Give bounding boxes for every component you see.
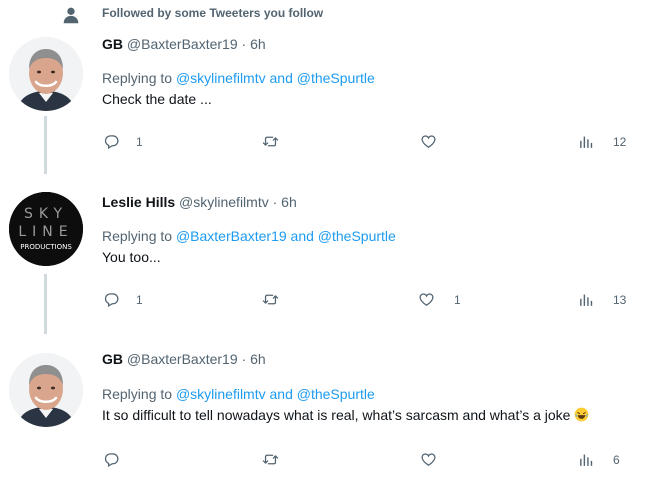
tweet-text: Check the date ... [102, 91, 212, 107]
timestamp[interactable]: 6h [250, 351, 266, 367]
like-button[interactable]: 1 [418, 291, 461, 308]
tweet-text: It so difficult to tell nowadays what is… [102, 407, 571, 423]
reply-icon [103, 291, 120, 308]
display-name[interactable]: GB [102, 36, 123, 52]
retweet-button[interactable] [262, 291, 279, 308]
timestamp[interactable]: 6h [281, 194, 297, 210]
logo-text-sky: SKY [24, 206, 68, 222]
replying-prefix: Replying to [102, 70, 173, 86]
user-handle[interactable]: @BaxterBaxter19 [127, 351, 238, 367]
reply-icon [103, 133, 120, 150]
retweet-button[interactable] [262, 133, 279, 150]
heart-icon [418, 291, 435, 308]
retweet-button[interactable] [262, 451, 279, 468]
views-button[interactable]: 12 [578, 133, 626, 150]
logo-text-productions: PRODUCTIONS [20, 243, 72, 251]
mention-and: and [269, 70, 293, 86]
user-handle[interactable]: @skylinefilmtv [179, 194, 269, 210]
timestamp[interactable]: 6h [250, 36, 266, 52]
like-count: 1 [454, 292, 461, 307]
display-name[interactable]: GB [102, 351, 123, 367]
mention-link[interactable]: @theSpurtle [297, 70, 375, 86]
avatar-photo [9, 37, 83, 111]
reply-button[interactable]: 1 [103, 133, 143, 150]
heart-icon [420, 451, 437, 468]
reply-count: 1 [136, 292, 143, 307]
views-button[interactable]: 13 [578, 291, 626, 308]
avatar-photo [9, 353, 83, 427]
tweet-text: You too... [102, 249, 161, 265]
mention-link[interactable]: @theSpurtle [297, 386, 375, 402]
replying-to: Replying to @skylinefilmtv and @theSpurt… [102, 70, 375, 86]
separator-dot: · [241, 351, 247, 367]
mention-link[interactable]: @skylinefilmtv [176, 70, 266, 86]
tweet-header: GB @BaxterBaxter19 · 6h [102, 36, 266, 52]
reply-icon [103, 451, 120, 468]
user-handle[interactable]: @BaxterBaxter19 [127, 36, 238, 52]
tweet-header: GB @BaxterBaxter19 · 6h [102, 351, 266, 367]
separator-dot: · [272, 194, 278, 210]
heart-icon [420, 133, 437, 150]
avatar[interactable] [9, 353, 83, 427]
replying-prefix: Replying to [102, 386, 173, 402]
replying-prefix: Replying to [102, 228, 173, 244]
retweet-icon [262, 291, 279, 308]
logo-text-line: LINE [18, 224, 73, 240]
views-button[interactable]: 6 [578, 451, 620, 468]
separator-dot: · [241, 36, 247, 52]
tweet-body: It so difficult to tell nowadays what is… [102, 407, 589, 423]
avatar[interactable] [9, 37, 83, 111]
mention-link[interactable]: @BaxterBaxter19 [176, 228, 287, 244]
laughing-emoji-icon [574, 407, 589, 422]
tweet[interactable]: SKY LINE PRODUCTIONS Leslie Hills @skyli… [0, 160, 650, 334]
views-icon [578, 291, 595, 308]
views-icon [578, 451, 595, 468]
mention-link[interactable]: @skylinefilmtv [176, 386, 266, 402]
replying-to: Replying to @skylinefilmtv and @theSpurt… [102, 386, 375, 402]
tweet[interactable]: GB @BaxterBaxter19 · 6h Replying to @sky… [0, 320, 650, 483]
mention-link[interactable]: @theSpurtle [318, 228, 396, 244]
mention-and: and [269, 386, 293, 402]
like-button[interactable] [420, 451, 437, 468]
display-name[interactable]: Leslie Hills [102, 194, 175, 210]
replying-to: Replying to @BaxterBaxter19 and @theSpur… [102, 228, 396, 244]
retweet-icon [262, 451, 279, 468]
like-button[interactable] [420, 133, 437, 150]
reply-button[interactable] [103, 451, 136, 468]
views-count: 6 [613, 452, 620, 467]
views-icon [578, 133, 595, 150]
reply-count: 1 [136, 134, 143, 149]
views-count: 12 [613, 134, 627, 149]
mention-and: and [290, 228, 314, 244]
views-count: 13 [613, 292, 627, 307]
tweet-header: Leslie Hills @skylinefilmtv · 6h [102, 194, 297, 210]
avatar[interactable]: SKY LINE PRODUCTIONS [9, 192, 83, 266]
reply-button[interactable]: 1 [103, 291, 143, 308]
tweet[interactable]: GB @BaxterBaxter19 · 6h Replying to @sky… [0, 0, 650, 174]
retweet-icon [262, 133, 279, 150]
skyline-logo: SKY LINE PRODUCTIONS [9, 192, 83, 266]
